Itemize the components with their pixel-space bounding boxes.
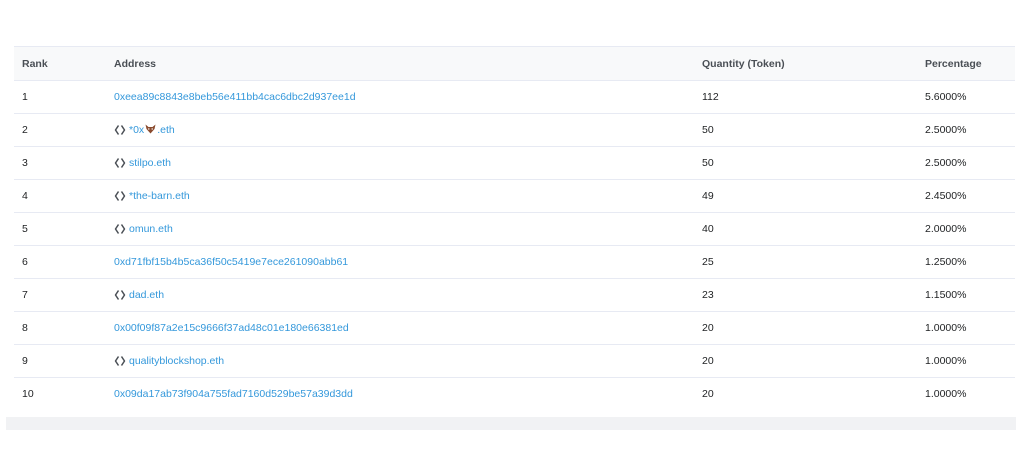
rank-cell: 8 bbox=[22, 322, 28, 334]
percentage-cell: 1.0000% bbox=[925, 355, 967, 367]
rank-cell: 10 bbox=[22, 388, 34, 400]
address-prefix: *0x bbox=[129, 123, 145, 136]
table-footer-bar bbox=[6, 417, 1016, 430]
ens-bracket-icon bbox=[114, 355, 126, 367]
header-address: Address bbox=[114, 57, 157, 70]
address-link[interactable]: dad.eth bbox=[129, 289, 164, 301]
ens-bracket-icon bbox=[114, 124, 126, 136]
percentage-cell: 1.1500% bbox=[925, 289, 967, 301]
percentage-cell: 5.6000% bbox=[925, 91, 967, 103]
rank-cell: 5 bbox=[22, 223, 28, 235]
header-percentage: Percentage bbox=[925, 57, 982, 70]
table-row: 3 stilpo.eth 50 2.5000% bbox=[14, 147, 1015, 180]
address-link[interactable]: 0x00f09f87a2e15c9666f37ad48c01e180e66381… bbox=[114, 322, 349, 334]
token-holders-table: Rank Address Quantity (Token) Percentage… bbox=[14, 46, 1015, 410]
rank-cell: 4 bbox=[22, 190, 28, 202]
address-link[interactable]: *the-barn.eth bbox=[129, 190, 190, 202]
address-link[interactable]: 0x09da17ab73f904a755fad7160d529be57a39d3… bbox=[114, 388, 353, 400]
percentage-cell: 1.2500% bbox=[925, 256, 967, 268]
fox-emoji-icon bbox=[145, 124, 156, 137]
quantity-cell: 40 bbox=[702, 223, 714, 235]
quantity-cell: 20 bbox=[702, 322, 714, 334]
quantity-cell: 20 bbox=[702, 388, 714, 400]
table-row: 1 0xeea89c8843e8beb56e411bb4cac6dbc2d937… bbox=[14, 81, 1015, 114]
rank-cell: 7 bbox=[22, 289, 28, 301]
address-link[interactable]: 0xd71fbf15b4b5ca36f50c5419e7ece261090abb… bbox=[114, 256, 348, 268]
quantity-cell: 25 bbox=[702, 256, 714, 268]
ens-bracket-icon bbox=[114, 289, 126, 301]
ens-bracket-icon bbox=[114, 157, 126, 169]
table-row: 5 omun.eth 40 2.0000% bbox=[14, 213, 1015, 246]
rank-cell: 9 bbox=[22, 355, 28, 367]
rank-cell: 1 bbox=[22, 91, 28, 103]
rank-cell: 2 bbox=[22, 124, 28, 136]
percentage-cell: 1.0000% bbox=[925, 322, 967, 334]
header-quantity: Quantity (Token) bbox=[702, 57, 785, 70]
address-link[interactable]: stilpo.eth bbox=[129, 157, 171, 169]
address-link[interactable]: omun.eth bbox=[129, 223, 173, 235]
address-suffix: .eth bbox=[157, 123, 175, 136]
quantity-cell: 50 bbox=[702, 124, 714, 136]
quantity-cell: 20 bbox=[702, 355, 714, 367]
quantity-cell: 49 bbox=[702, 190, 714, 202]
table-row: 6 0xd71fbf15b4b5ca36f50c5419e7ece261090a… bbox=[14, 246, 1015, 279]
address-link[interactable]: 0xeea89c8843e8beb56e411bb4cac6dbc2d937ee… bbox=[114, 91, 356, 103]
table-row: 7 dad.eth 23 1.1500% bbox=[14, 279, 1015, 312]
quantity-cell: 50 bbox=[702, 157, 714, 169]
percentage-cell: 2.4500% bbox=[925, 190, 967, 202]
address-link[interactable]: qualityblockshop.eth bbox=[129, 355, 224, 367]
rank-cell: 6 bbox=[22, 256, 28, 268]
table-row: 8 0x00f09f87a2e15c9666f37ad48c01e180e663… bbox=[14, 312, 1015, 345]
table-row: 4 *the-barn.eth 49 2.4500% bbox=[14, 180, 1015, 213]
ens-bracket-icon bbox=[114, 223, 126, 235]
rank-cell: 3 bbox=[22, 157, 28, 169]
percentage-cell: 2.5000% bbox=[925, 157, 967, 169]
table-header: Rank Address Quantity (Token) Percentage bbox=[14, 47, 1015, 81]
quantity-cell: 23 bbox=[702, 289, 714, 301]
table-row: 10 0x09da17ab73f904a755fad7160d529be57a3… bbox=[14, 378, 1015, 410]
percentage-cell: 1.0000% bbox=[925, 388, 967, 400]
percentage-cell: 2.0000% bbox=[925, 223, 967, 235]
ens-bracket-icon bbox=[114, 190, 126, 202]
table-row: 2 *0x .eth 50 2.5000% bbox=[14, 114, 1015, 147]
table-row: 9 qualityblockshop.eth 20 1.0000% bbox=[14, 345, 1015, 378]
percentage-cell: 2.5000% bbox=[925, 124, 967, 136]
quantity-cell: 112 bbox=[702, 91, 719, 103]
header-rank: Rank bbox=[22, 57, 48, 70]
address-link[interactable]: *0x .eth bbox=[129, 124, 175, 137]
